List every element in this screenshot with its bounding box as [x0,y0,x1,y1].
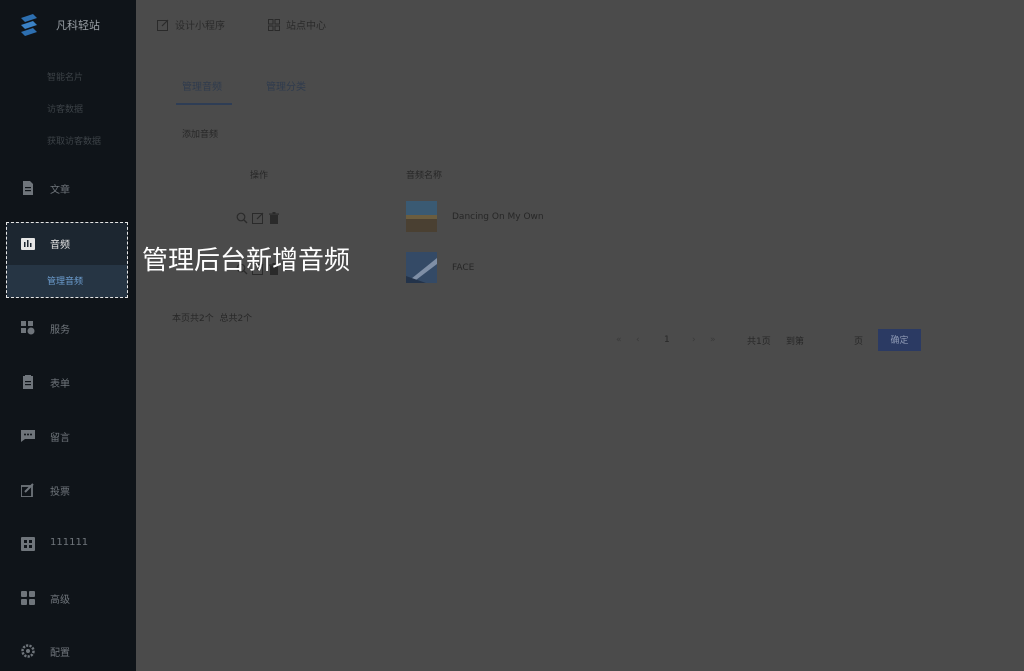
pagination-last-icon[interactable]: » [710,335,716,345]
vote-icon [21,483,34,497]
add-audio-button[interactable]: 添加音频 [182,127,218,140]
form-icon [23,375,33,389]
sidebar-item-label: 表单 [50,379,70,390]
site-center-label: 站点中心 [286,21,326,32]
pagination-page-unit: 页 [854,337,864,347]
sidebar-item-label: 文章 [50,185,70,196]
sidebar-item-label: 配置 [50,648,70,659]
message-icon [21,430,35,442]
pagination-prev-icon[interactable]: ‹ [636,335,640,345]
audio-cover-thumbnail [406,201,437,232]
sidebar-subitem-card[interactable]: 智能名片 [47,70,83,83]
search-icon[interactable] [236,212,248,224]
sidebar-item-label: 音频 [50,240,70,251]
sidebar-group-audio[interactable]: 音频 管理音频 [6,222,128,298]
sidebar-item-articles[interactable]: 文章 [0,173,136,203]
sidebar-subitem-get-visitor-data[interactable]: 获取访客数据 [47,134,101,147]
grid-icon [268,19,280,31]
settings-icon [21,644,35,658]
brand-name: 凡科轻站 [56,19,100,32]
sidebar-item-vote[interactable]: 投票 [0,475,136,505]
audio-name: Dancing On My Own [452,212,544,222]
page-summary: 本页共2个 总共2个 [172,314,253,324]
pagination-first-icon[interactable]: « [616,335,622,345]
sidebar-item-settings[interactable]: 配置 [0,636,136,666]
pagination-total-pages: 共1页 [747,337,771,347]
grid-icon [21,537,35,551]
sidebar-item-label: 111111 [50,537,89,548]
active-tab-indicator [176,103,232,105]
sidebar-item-label: 服务 [50,325,70,336]
sidebar-subitem-visitor-data[interactable]: 访客数据 [47,102,83,115]
column-header-action: 操作 [250,171,269,181]
logo-icon [21,14,37,36]
delete-icon[interactable] [268,212,280,224]
caption-title: 管理后台新增音频 [142,246,351,276]
sidebar-subitem-manage-audio[interactable]: 管理音频 [7,265,127,297]
pagination-goto-label: 到第 [786,337,805,347]
sidebar-item-advanced[interactable]: 高级 [0,583,136,613]
service-icon [21,321,35,335]
design-miniprogram-link[interactable]: 设计小程序 [157,17,225,32]
audio-cover-thumbnail [406,252,437,283]
sidebar-item-label: 留言 [50,433,70,444]
tab-manage-category[interactable]: 管理分类 [266,78,306,93]
sidebar: 凡科轻站 智能名片 访客数据 获取访客数据 文章 音频 管理音频 服务 表单 留… [0,0,136,671]
pagination-page-input[interactable] [810,330,850,350]
edit-icon [157,19,169,31]
sidebar-item-label: 高级 [50,595,70,606]
sidebar-item-services[interactable]: 服务 [0,313,136,343]
sidebar-subitem-label: 管理音频 [47,277,84,287]
design-miniprogram-label: 设计小程序 [175,21,225,32]
sidebar-item-forms[interactable]: 表单 [0,367,136,397]
document-icon [23,181,33,195]
column-header-name: 音频名称 [406,171,443,181]
pagination-current-page[interactable]: 1 [664,335,670,345]
pagination-next-icon[interactable]: › [692,335,696,345]
apps-icon [21,591,35,605]
sidebar-item-111111[interactable]: 111111 [0,529,136,559]
audio-name: FACE [452,263,475,273]
sidebar-item-label: 投票 [50,487,70,498]
pagination-confirm-button[interactable]: 确定 [878,329,921,351]
sidebar-item-messages[interactable]: 留言 [0,421,136,451]
audio-icon [21,238,35,250]
site-center-link[interactable]: 站点中心 [268,17,326,32]
edit-icon[interactable] [252,212,264,224]
tab-manage-audio[interactable]: 管理音频 [182,78,222,93]
